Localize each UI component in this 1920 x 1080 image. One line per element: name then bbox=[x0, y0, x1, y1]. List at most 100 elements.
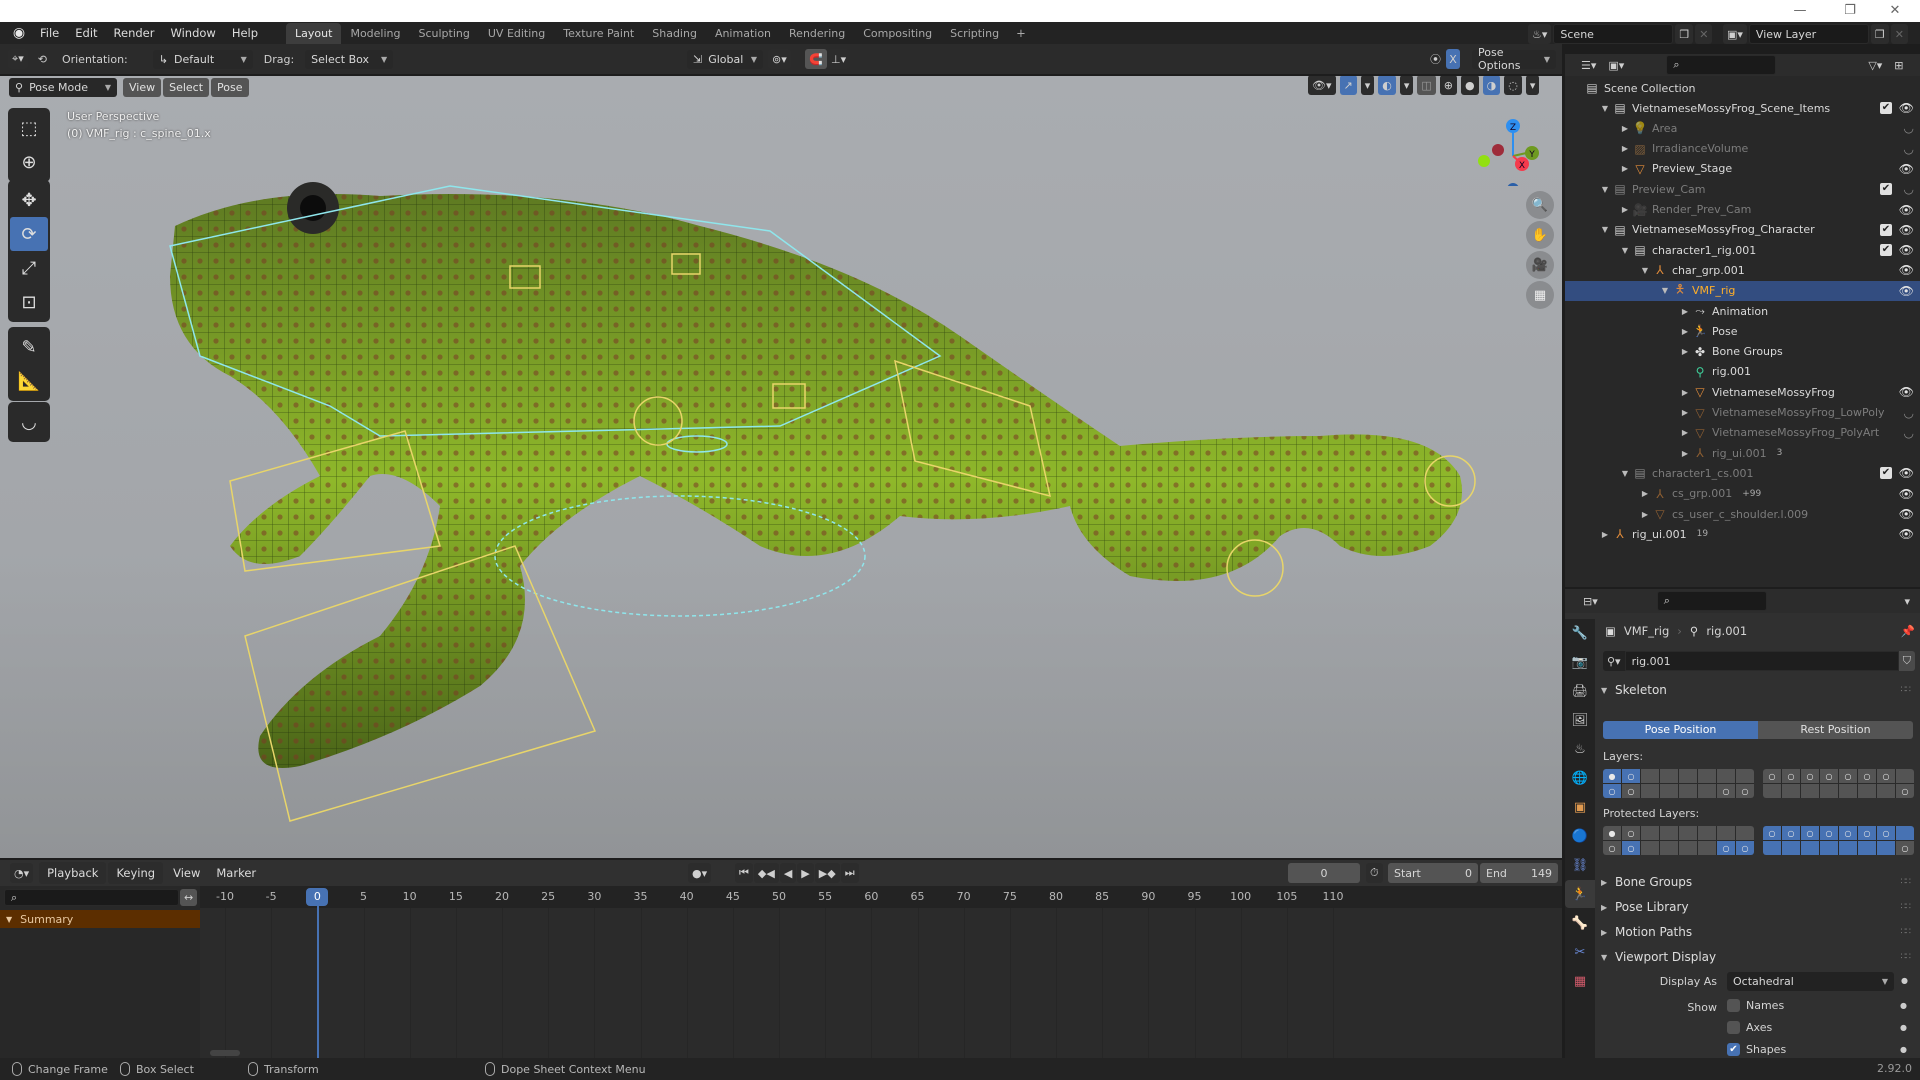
layer-toggle[interactable] bbox=[1839, 784, 1857, 798]
collapse-arrow-icon[interactable]: ▼ bbox=[1619, 469, 1631, 478]
tab-view-layer-icon[interactable]: 🖼 bbox=[1565, 706, 1595, 734]
orientation-dropdown[interactable]: ↳ Default ▼ bbox=[152, 49, 253, 69]
display-mode-icon[interactable]: ☰▾ bbox=[1577, 55, 1601, 75]
tab-bone-constraints-icon[interactable]: ✂ bbox=[1565, 938, 1595, 966]
layer-toggle[interactable]: ○ bbox=[1877, 769, 1895, 783]
outliner-row[interactable]: ▶ ⤳ Animation bbox=[1565, 301, 1920, 321]
keyframe-dot-icon[interactable]: ● bbox=[1900, 1001, 1907, 1010]
layer-toggle[interactable] bbox=[1698, 769, 1716, 783]
auto-keying-icon[interactable]: ●▾ bbox=[688, 863, 712, 883]
checkbox[interactable]: ✔ bbox=[1727, 1043, 1740, 1056]
layer-toggle[interactable] bbox=[1660, 826, 1678, 840]
tab-texture-icon[interactable]: ▦ bbox=[1565, 967, 1595, 995]
layer-toggle[interactable]: ○ bbox=[1839, 826, 1857, 840]
collapse-arrow-icon[interactable]: ▼ bbox=[1599, 104, 1611, 113]
timeline-menu-keying[interactable]: Keying bbox=[108, 862, 164, 884]
playhead-frame-indicator[interactable]: 0 bbox=[306, 888, 329, 906]
drag-grip-icon[interactable]: ∷∷ bbox=[1901, 927, 1912, 937]
menu-edit[interactable]: Edit bbox=[67, 22, 105, 44]
outliner-row[interactable]: ▶ 💡 Area ◡ bbox=[1565, 118, 1920, 138]
eye-icon[interactable]: 👁 bbox=[1899, 101, 1914, 115]
layer-toggle[interactable] bbox=[1717, 826, 1735, 840]
expand-arrow-icon[interactable]: ▶ bbox=[1679, 449, 1691, 458]
layer-toggle[interactable] bbox=[1782, 784, 1800, 798]
jump-end-icon[interactable]: ⏭ bbox=[840, 863, 859, 883]
navigation-gizmo[interactable]: Z Y X bbox=[1470, 106, 1550, 186]
outliner-row[interactable]: ▶ ▽ VietnameseMossyFrog 👁 bbox=[1565, 382, 1920, 402]
layer-toggle[interactable] bbox=[1801, 784, 1819, 798]
eye-icon[interactable]: 👁 bbox=[1899, 466, 1914, 480]
checkbox[interactable] bbox=[1727, 999, 1740, 1012]
layer-toggle[interactable]: ○ bbox=[1858, 769, 1876, 783]
exclude-checkbox[interactable]: ✔ bbox=[1880, 467, 1892, 480]
eye-icon[interactable]: 👁 bbox=[1899, 263, 1914, 277]
expand-arrow-icon[interactable]: ▶ bbox=[1679, 347, 1691, 356]
exclude-checkbox[interactable]: ✔ bbox=[1880, 183, 1892, 196]
pin-icon[interactable]: 📌 bbox=[1901, 624, 1915, 638]
scene-icon[interactable]: ♨▾ bbox=[1528, 24, 1552, 44]
expand-arrow-icon[interactable]: ▶ bbox=[1679, 428, 1691, 437]
layer-toggle[interactable]: ○ bbox=[1877, 826, 1895, 840]
tab-tool-icon[interactable]: 🔧 bbox=[1565, 619, 1595, 647]
transform-orientation-dropdown[interactable]: ⇲ Global ▼ bbox=[687, 49, 763, 69]
keyframe-dot-icon[interactable]: ● bbox=[1900, 1045, 1907, 1054]
eye-icon[interactable]: 👁 bbox=[1899, 385, 1914, 399]
show-option-axes[interactable]: Axes ● bbox=[1727, 1021, 1907, 1034]
datablock-name-field[interactable]: rig.001 bbox=[1624, 651, 1899, 671]
outliner-row[interactable]: ▶ ▽ VietnameseMossyFrog_PolyArt ◡ bbox=[1565, 423, 1920, 443]
layer-toggle[interactable] bbox=[1679, 841, 1697, 855]
layer-toggle[interactable] bbox=[1641, 784, 1659, 798]
tab-rendering[interactable]: Rendering bbox=[780, 23, 854, 45]
layer-toggle[interactable]: ○ bbox=[1858, 826, 1876, 840]
measure-tool-icon[interactable]: 📐 bbox=[10, 364, 48, 398]
exclude-checkbox[interactable]: ✔ bbox=[1880, 102, 1892, 114]
expand-arrow-icon[interactable]: ▶ bbox=[1619, 205, 1631, 214]
annotate-tool-icon[interactable]: ✎ bbox=[10, 330, 48, 364]
outliner-scene-collection[interactable]: ▤ Scene Collection bbox=[1565, 78, 1920, 98]
checkbox[interactable] bbox=[1727, 1021, 1740, 1034]
layer-toggle[interactable] bbox=[1858, 841, 1876, 855]
panel-header-pose-library[interactable]: ▶ Pose Library ∷∷ bbox=[1601, 896, 1914, 918]
layer-toggle[interactable] bbox=[1858, 784, 1876, 798]
show-option-names[interactable]: Names ● bbox=[1727, 999, 1907, 1012]
menu-file[interactable]: File bbox=[32, 22, 67, 44]
armature-data-browse-icon[interactable]: ⚲▾ bbox=[1603, 651, 1625, 671]
new-scene-icon[interactable]: ❐ bbox=[1675, 24, 1694, 44]
eye-icon[interactable]: 👁 bbox=[1899, 243, 1914, 257]
tab-shading[interactable]: Shading bbox=[643, 23, 706, 45]
fake-user-shield-icon[interactable]: ⛉ bbox=[1898, 651, 1915, 671]
rest-position-button[interactable]: Rest Position bbox=[1758, 721, 1913, 739]
drag-dropdown[interactable]: Select Box ▼ bbox=[305, 49, 394, 69]
options-dropdown-icon[interactable]: ▾ bbox=[1900, 591, 1914, 611]
add-workspace-button[interactable]: + bbox=[1008, 22, 1034, 44]
scene-field[interactable]: Scene bbox=[1553, 24, 1674, 44]
layer-toggle[interactable] bbox=[1679, 826, 1697, 840]
eye-closed-icon[interactable]: ◡ bbox=[1904, 142, 1914, 156]
layer-toggle[interactable]: ○ bbox=[1820, 826, 1838, 840]
transform-mode-icon[interactable]: ⟲ bbox=[34, 49, 51, 69]
eye-icon[interactable]: 👁 bbox=[1899, 507, 1914, 521]
outliner-row[interactable]: ⚲ rig.001 bbox=[1565, 362, 1920, 382]
layer-toggle[interactable]: ○ bbox=[1763, 769, 1781, 783]
view-layer-icon[interactable]: ▣▾ bbox=[1723, 24, 1747, 44]
layer-toggle[interactable]: ○ bbox=[1820, 769, 1838, 783]
close-button[interactable]: ✕ bbox=[1875, 2, 1915, 20]
viewport-menu-select[interactable]: Select bbox=[163, 77, 210, 97]
mode-dropdown[interactable]: ⚲ Pose Mode ▼ bbox=[9, 77, 117, 97]
layer-toggle[interactable] bbox=[1736, 769, 1754, 783]
menu-help[interactable]: Help bbox=[224, 22, 266, 44]
outliner-row[interactable]: ▼ ▤ VietnameseMossyFrog_Scene_Items ✔ 👁 bbox=[1565, 98, 1920, 118]
timeline-menu-marker[interactable]: Marker bbox=[208, 862, 264, 884]
editor-type-clock-icon[interactable]: ◔▾ bbox=[10, 863, 34, 883]
collapse-arrow-icon[interactable]: ▼ bbox=[1619, 246, 1631, 255]
eye-closed-icon[interactable]: ◡ bbox=[1904, 426, 1914, 440]
tab-animation[interactable]: Animation bbox=[706, 23, 780, 45]
collapse-arrow-icon[interactable]: ▼ bbox=[1599, 185, 1611, 194]
tab-modeling[interactable]: Modeling bbox=[341, 23, 409, 45]
layer-toggle[interactable] bbox=[1896, 826, 1914, 840]
layer-toggle[interactable] bbox=[1660, 769, 1678, 783]
layer-toggle[interactable] bbox=[1679, 784, 1697, 798]
zoom-view-button[interactable]: 🔍 bbox=[1526, 191, 1554, 219]
timeline-menu-view[interactable]: View bbox=[165, 862, 208, 884]
layer-toggle[interactable] bbox=[1763, 841, 1781, 855]
